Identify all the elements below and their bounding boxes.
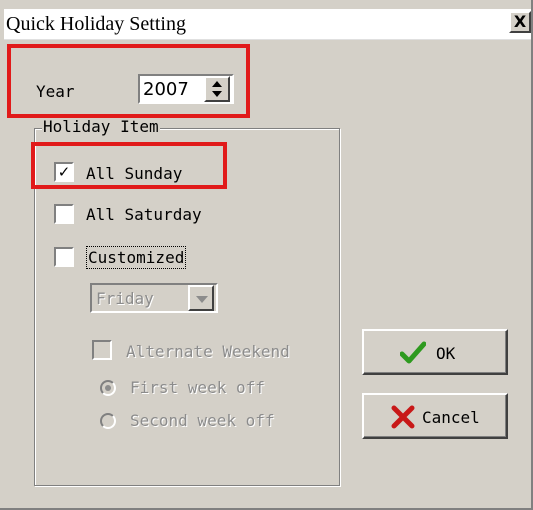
holiday-item-group-label: Holiday Item bbox=[42, 117, 160, 136]
quick-holiday-setting-dialog: Quick Holiday Setting X Year 2007 Holida… bbox=[0, 0, 533, 510]
alternate-weekend-checkbox[interactable] bbox=[92, 340, 112, 360]
ok-button-label: OK bbox=[436, 344, 456, 363]
window-title: Quick Holiday Setting bbox=[6, 13, 186, 35]
ok-button[interactable]: OK bbox=[362, 329, 508, 375]
customized-checkbox[interactable] bbox=[54, 247, 74, 267]
all-saturday-label[interactable]: All Saturday bbox=[86, 205, 202, 224]
x-icon bbox=[391, 405, 415, 429]
all-sunday-highlight-box bbox=[31, 142, 227, 189]
customized-label[interactable]: Customized bbox=[85, 246, 187, 269]
day-select-value: Friday bbox=[96, 289, 154, 308]
first-week-off-radio[interactable] bbox=[100, 380, 116, 396]
chevron-down-icon bbox=[196, 296, 208, 303]
radio-selected-dot bbox=[105, 385, 111, 391]
second-week-off-radio[interactable] bbox=[100, 413, 116, 429]
close-icon: X bbox=[513, 12, 527, 31]
close-button[interactable]: X bbox=[509, 11, 531, 33]
day-select-dropdown-button[interactable] bbox=[188, 285, 214, 311]
year-highlight-box bbox=[7, 44, 250, 118]
first-week-off-label[interactable]: First week off bbox=[130, 378, 265, 397]
day-select[interactable]: Friday bbox=[90, 283, 218, 313]
title-bar: Quick Holiday Setting X bbox=[4, 9, 531, 40]
all-saturday-checkbox[interactable] bbox=[54, 204, 74, 224]
alternate-weekend-label[interactable]: Alternate Weekend bbox=[126, 342, 290, 361]
checkmark-icon bbox=[400, 341, 426, 364]
cancel-button[interactable]: Cancel bbox=[362, 393, 508, 439]
cancel-button-label: Cancel bbox=[422, 408, 480, 427]
second-week-off-label[interactable]: Second week off bbox=[130, 411, 275, 430]
